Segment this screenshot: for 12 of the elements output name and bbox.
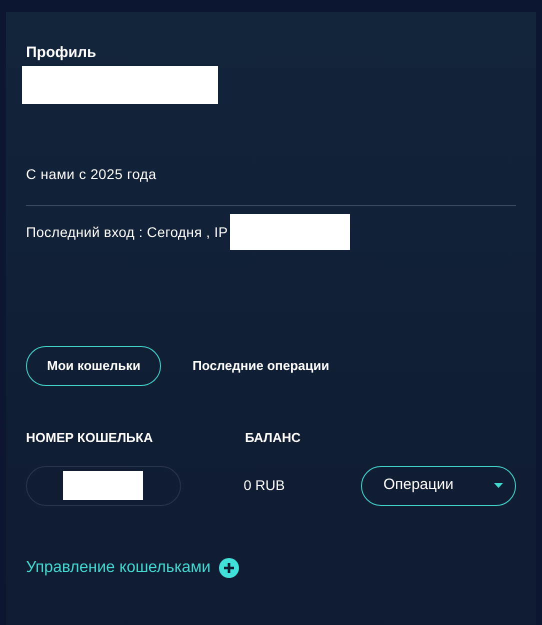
profile-title: Профиль — [26, 43, 98, 62]
column-header: НОМЕР КОШЕЛЬКА — [26, 429, 154, 447]
member-since-text: С нами с 2025 года — [26, 165, 158, 184]
caret-icon — [494, 483, 503, 488]
balance-cell-text: 0 RUB — [244, 476, 286, 495]
column-header: БАЛАНС — [245, 429, 301, 447]
operations-dropdown[interactable]: Операции — [361, 466, 516, 506]
add-icon[interactable] — [218, 558, 239, 578]
tab[interactable]: Мои кошельки — [26, 346, 162, 386]
manage-wallets-link[interactable]: Управление кошельками — [26, 556, 211, 580]
tab[interactable]: Последние операции — [165, 346, 356, 386]
last-login-text: Последний вход : Сегодня , IP — [26, 222, 228, 242]
